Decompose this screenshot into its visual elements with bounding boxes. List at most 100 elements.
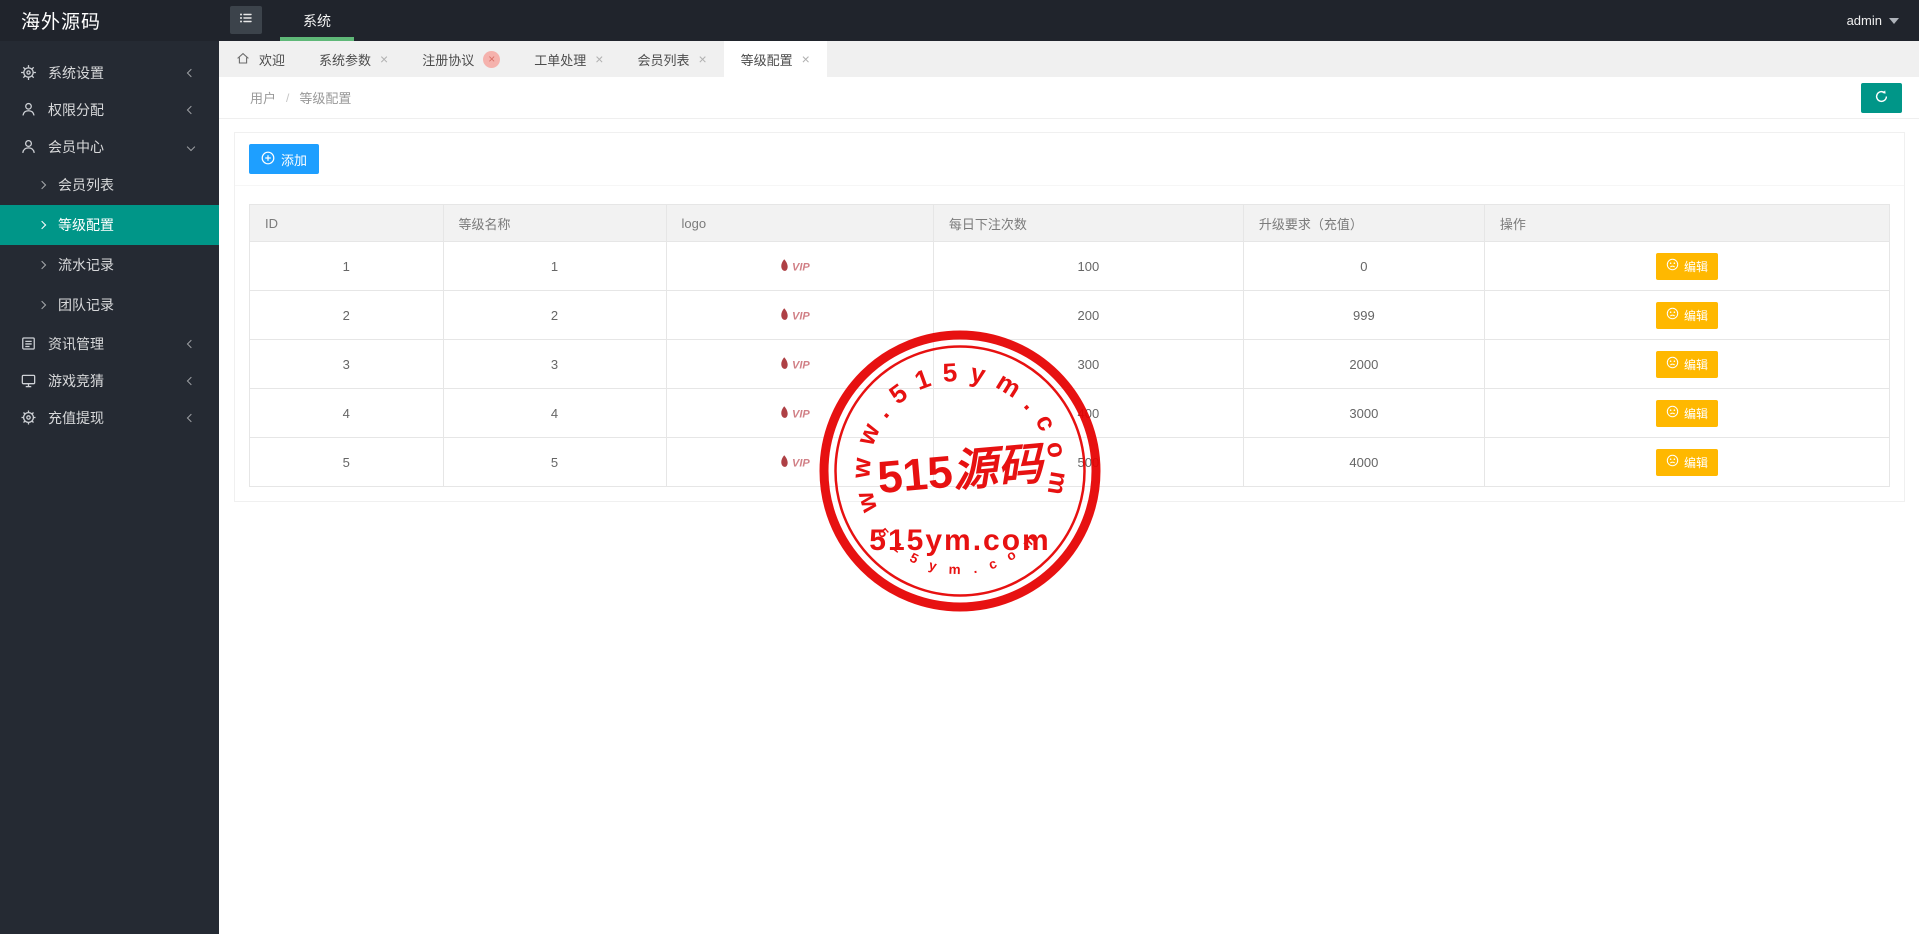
cell-actions: 编辑: [1483, 339, 1891, 389]
cell-actions: 编辑: [1483, 388, 1891, 438]
admin-page: 海外源码 系统 admin 系统设置 权限分配 会员中心 会员列表 等级配置 流…: [0, 0, 1919, 934]
chevron-left-icon: [186, 413, 196, 422]
cell-upgrade-requirement: 999: [1242, 290, 1485, 340]
monitor-icon: [20, 372, 37, 389]
chevron-left-icon: [186, 376, 196, 385]
tab-welcome[interactable]: 欢迎: [219, 41, 302, 77]
cell-daily-bets: 300: [932, 339, 1244, 389]
level-logo-image: VIP: [780, 357, 810, 372]
cell-level-name: 4: [442, 388, 667, 438]
chevron-down-icon: [186, 142, 196, 151]
edit-button[interactable]: 编辑: [1655, 448, 1718, 476]
sidebar-subitem-level-config[interactable]: 等级配置: [0, 205, 219, 245]
level-logo-image: VIP: [780, 406, 810, 421]
sidebar-item-recharge-withdraw[interactable]: 充值提现: [0, 399, 219, 436]
sidebar-item-permission[interactable]: 权限分配: [0, 91, 219, 128]
content-area: 添加 ID 等级名称 logo 每日下注次数 升级要求（充值） 操作 1 1 V…: [219, 119, 1919, 502]
add-button[interactable]: 添加: [249, 144, 320, 174]
tab-work-order[interactable]: 工单处理 ×: [517, 41, 620, 77]
sidebar-subitem-team-records[interactable]: 团队记录: [0, 285, 219, 325]
column-header-logo: logo: [665, 204, 934, 242]
cell-actions: 编辑: [1483, 437, 1891, 487]
column-header-level-name: 等级名称: [442, 204, 667, 242]
svg-text:VIP: VIP: [792, 409, 810, 421]
sidebar-item-news[interactable]: 资讯管理: [0, 325, 219, 362]
refresh-button[interactable]: [1861, 82, 1902, 113]
active-nav-underline: [280, 37, 354, 41]
tab-member-list[interactable]: 会员列表 ×: [620, 41, 723, 77]
cell-level-name: 3: [442, 339, 667, 389]
recharge-icon: [20, 409, 37, 426]
level-logo-image: VIP: [780, 455, 810, 470]
chevron-left-icon: [186, 339, 196, 348]
face-edit-icon: [1666, 454, 1679, 470]
cell-level-name: 1: [442, 241, 667, 291]
cell-level-name: 5: [442, 437, 667, 487]
level-logo-image: VIP: [780, 308, 810, 323]
table-row: 1 1 VIP 100 0 编辑: [249, 241, 1891, 291]
app-logo: 海外源码: [21, 12, 102, 33]
tab-system-params[interactable]: 系统参数 ×: [302, 41, 405, 77]
face-edit-icon: [1666, 307, 1679, 323]
table-row: 5 5 VIP 500 4000 编辑: [249, 437, 1891, 487]
main-area: 欢迎 系统参数 × 注册协议 × 工单处理 × 会员列表 × 等级配置 × 用户…: [219, 41, 1919, 934]
close-icon[interactable]: ×: [380, 52, 388, 66]
sidebar: 系统设置 权限分配 会员中心 会员列表 等级配置 流水记录 团队记录 资讯管理 …: [0, 41, 219, 934]
close-icon[interactable]: ×: [483, 50, 501, 68]
cell-id: 2: [249, 290, 444, 340]
cell-logo: VIP: [665, 241, 934, 291]
cell-logo: VIP: [665, 339, 934, 389]
svg-text:VIP: VIP: [792, 262, 810, 274]
level-logo-image: VIP: [780, 259, 810, 274]
edit-button[interactable]: 编辑: [1655, 399, 1718, 427]
caret-down-icon: [1889, 17, 1899, 24]
user-icon: [20, 101, 37, 118]
column-header-actions: 操作: [1483, 204, 1891, 242]
user-dropdown[interactable]: admin: [1847, 0, 1919, 41]
tab-register-agreement[interactable]: 注册协议 ×: [405, 41, 517, 77]
edit-button[interactable]: 编辑: [1655, 350, 1718, 378]
close-icon[interactable]: ×: [802, 52, 810, 66]
sidebar-item-member-center[interactable]: 会员中心: [0, 128, 219, 165]
news-icon: [20, 335, 37, 352]
topnav-item-system[interactable]: 系统: [280, 0, 354, 41]
member-icon: [20, 138, 37, 155]
plus-circle-icon: [261, 151, 275, 168]
chevron-left-icon: [186, 105, 196, 114]
close-icon[interactable]: ×: [595, 52, 603, 66]
cell-logo: VIP: [665, 388, 934, 438]
svg-text:VIP: VIP: [792, 458, 810, 470]
sidebar-subitem-flow-records[interactable]: 流水记录: [0, 245, 219, 285]
sidebar-subitem-member-list[interactable]: 会员列表: [0, 165, 219, 205]
sidebar-item-system-settings[interactable]: 系统设置: [0, 54, 219, 91]
breadcrumb-section: 用户: [250, 91, 277, 106]
sidebar-toggle-button[interactable]: [230, 6, 262, 34]
cell-id: 1: [249, 241, 444, 291]
cell-id: 4: [249, 388, 444, 438]
edit-button[interactable]: 编辑: [1655, 301, 1718, 329]
home-icon: [236, 51, 250, 68]
tab-level-config[interactable]: 等级配置 ×: [723, 41, 827, 77]
table-row: 4 4 VIP 400 3000 编辑: [249, 388, 1891, 438]
chevron-left-icon: [186, 68, 196, 77]
cell-logo: VIP: [665, 437, 934, 487]
topbar: 海外源码 系统 admin: [0, 0, 1919, 41]
cell-id: 3: [249, 339, 444, 389]
chevron-right-icon: [37, 180, 47, 190]
table-header-row: ID 等级名称 logo 每日下注次数 升级要求（充值） 操作: [249, 204, 1891, 242]
level-table: ID 等级名称 logo 每日下注次数 升级要求（充值） 操作 1 1 VIP …: [249, 204, 1891, 487]
cell-logo: VIP: [665, 290, 934, 340]
chevron-right-icon: [37, 300, 47, 310]
chevron-right-icon: [37, 220, 47, 230]
column-header-upgrade-requirement: 升级要求（充值）: [1242, 204, 1485, 242]
gear-icon: [20, 64, 37, 81]
face-edit-icon: [1666, 356, 1679, 372]
cell-daily-bets: 200: [932, 290, 1244, 340]
column-header-daily-bets: 每日下注次数: [932, 204, 1244, 242]
close-icon[interactable]: ×: [698, 52, 706, 66]
sidebar-item-game-guess[interactable]: 游戏竞猜: [0, 362, 219, 399]
edit-button[interactable]: 编辑: [1655, 252, 1718, 280]
svg-text:VIP: VIP: [792, 311, 810, 323]
chevron-right-icon: [37, 260, 47, 270]
cell-upgrade-requirement: 0: [1242, 241, 1485, 291]
